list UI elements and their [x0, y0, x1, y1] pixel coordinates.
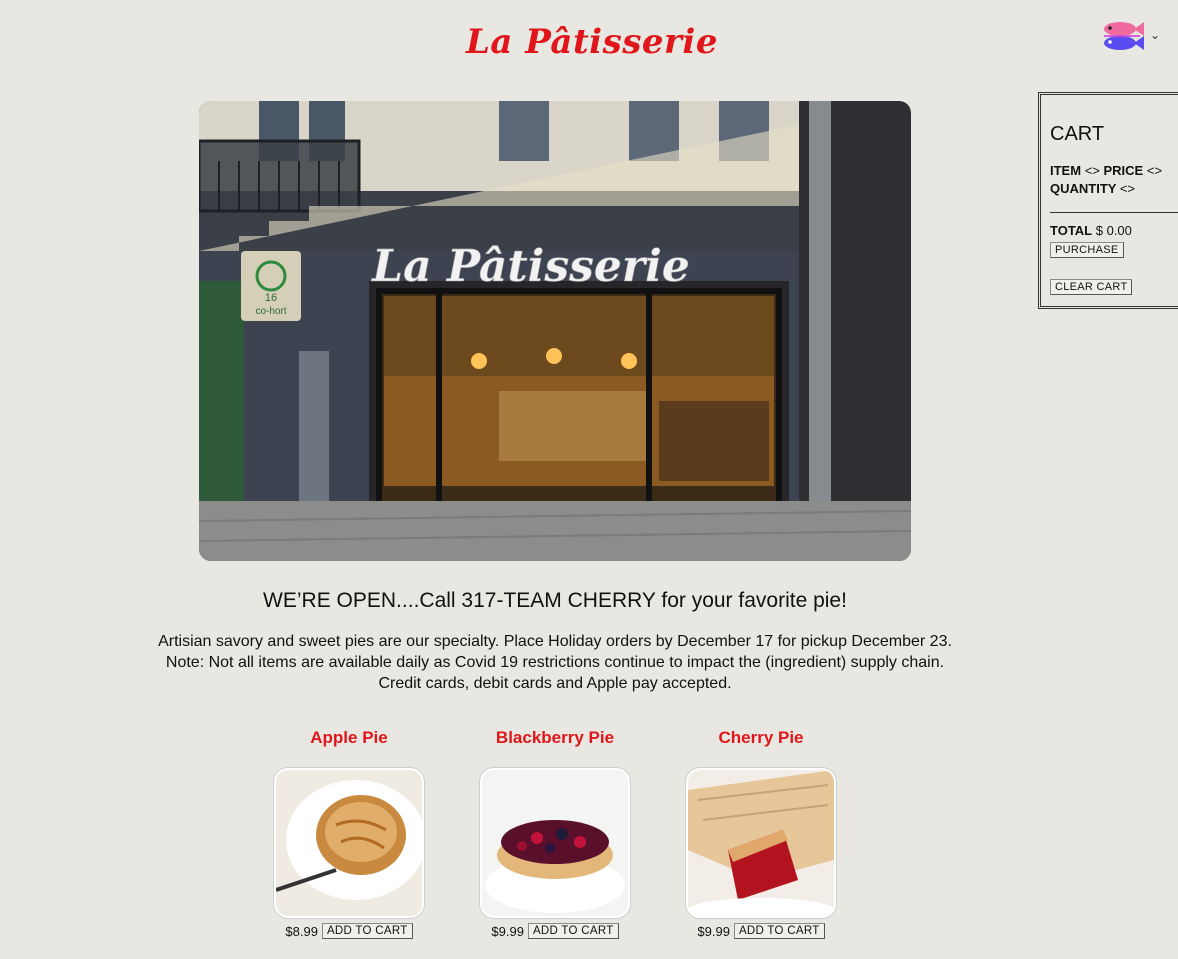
cart-col-quantity: QUANTITY: [1050, 181, 1117, 196]
page: La Pâtisserie ⌄ 16 co-hort La Pâtisserie…: [0, 0, 1178, 959]
clear-cart-button[interactable]: CLEAR CART: [1050, 279, 1133, 295]
intro-line: Artisian savory and sweet pies are our s…: [158, 633, 952, 650]
cart-col-price: PRICE: [1103, 163, 1144, 178]
wall-sign-number: 16: [265, 292, 277, 304]
headline: WE’RE OPEN....Call 317-TEAM CHERRY for y…: [263, 589, 847, 612]
product-card-blackberry: Blackberry Pie $9.99 ADD TO CART: [452, 728, 658, 939]
account-menu[interactable]: ⌄: [1098, 18, 1160, 54]
product-image-apple-pie: [274, 768, 424, 918]
add-to-cart-button[interactable]: ADD TO CART: [733, 923, 825, 939]
intro-text: Artisian savory and sweet pies are our s…: [0, 631, 1110, 694]
chevron-down-icon[interactable]: ⌄: [1150, 28, 1160, 42]
cart-total: TOTAL $ 0.00: [1050, 223, 1178, 238]
brand-title: La Pâtisserie: [466, 22, 718, 62]
product-name: Cherry Pie: [718, 728, 804, 747]
fish-logo-icon[interactable]: [1098, 18, 1146, 54]
intro-line: Credit cards, debit cards and Apple pay …: [378, 675, 732, 692]
product-image-blackberry-pie: [480, 768, 630, 918]
cart-total-value: $ 0.00: [1095, 223, 1132, 238]
wall-sign-name: co-hort: [255, 306, 286, 317]
product-card-cherry: Cherry Pie $9.99 ADD TO CART: [658, 728, 864, 939]
sort-toggle[interactable]: <>: [1085, 163, 1100, 178]
purchase-button[interactable]: PURCHASE: [1050, 242, 1124, 258]
cart-col-item: ITEM: [1050, 163, 1082, 178]
sort-toggle[interactable]: <>: [1120, 181, 1135, 196]
storefront-sign: La Pâtisserie: [370, 241, 690, 292]
add-to-cart-button[interactable]: ADD TO CART: [321, 923, 413, 939]
sort-toggle[interactable]: <>: [1147, 163, 1162, 178]
product-name: Apple Pie: [310, 728, 388, 747]
intro-line: Note: Not all items are available daily …: [165, 654, 945, 671]
cart-divider: [1050, 212, 1178, 213]
product-price: $9.99: [697, 923, 730, 939]
cart-total-label: TOTAL: [1050, 223, 1093, 238]
product-image-cherry-pie: [686, 768, 836, 918]
product-name: Blackberry Pie: [495, 728, 615, 747]
product-price: $9.99: [491, 923, 524, 939]
product-card-apple: Apple Pie $8.99 ADD TO CART: [246, 728, 452, 939]
storefront-image: 16 co-hort La Pâtisserie: [199, 101, 911, 561]
add-to-cart-button[interactable]: ADD TO CART: [527, 923, 619, 939]
cart-panel: CART ITEM <> PRICE <> QUANTITY <> TOTAL …: [1038, 92, 1178, 309]
cart-title: CART: [1050, 123, 1105, 145]
cart-column-headers: ITEM <> PRICE <> QUANTITY <>: [1050, 162, 1178, 198]
product-price: $8.99: [285, 923, 318, 939]
